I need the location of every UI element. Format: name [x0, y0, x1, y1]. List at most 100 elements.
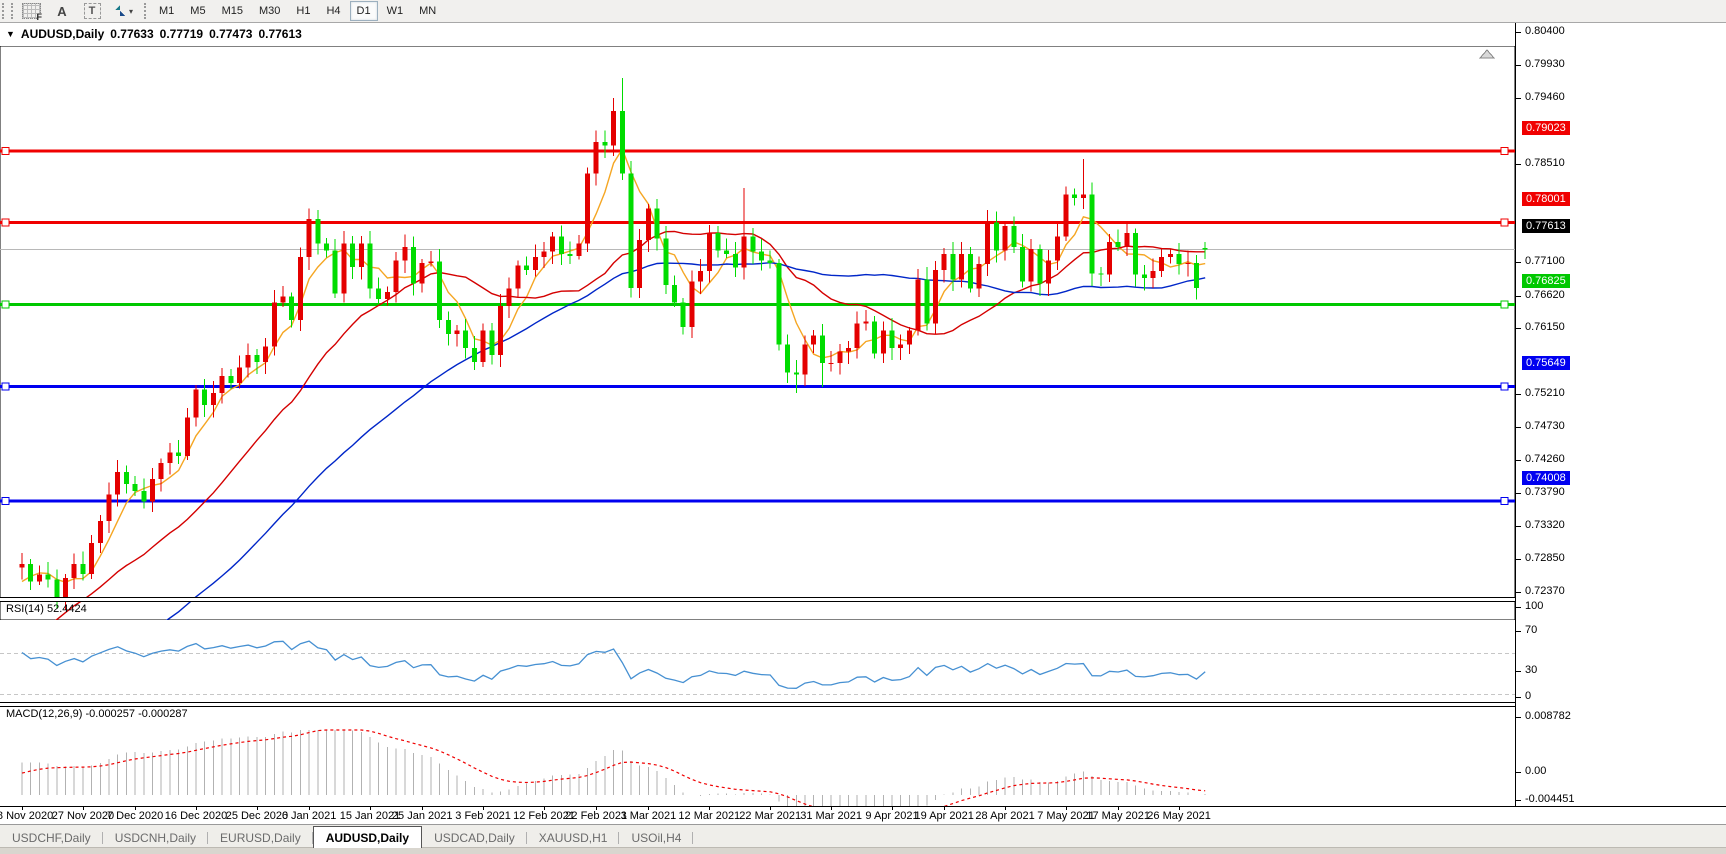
hline-support-line-0.76825[interactable] [0, 301, 1515, 308]
mt4-window: F A T ▾ M1M5M15M30H1H4D1W1MN ▼ AUDUSD,Da… [0, 0, 1726, 854]
status-bar [0, 847, 1726, 854]
rsi-tick-30: 30 [1525, 664, 1537, 676]
ma-mid-line [22, 232, 1205, 621]
ohlc-open: 0.77633 [110, 27, 153, 41]
price-tick-0.75210: 0.75210 [1525, 387, 1565, 399]
date-label: 7 Dec 2020 [107, 810, 163, 822]
axis-tick [1516, 717, 1521, 718]
price-tick-0.78510: 0.78510 [1525, 157, 1565, 169]
date-axis: 18 Nov 202027 Nov 20207 Dec 202016 Dec 2… [0, 806, 1726, 825]
axis-tick [1516, 164, 1521, 165]
macd-label: MACD(12,26,9) -0.000257 -0.000287 [6, 708, 188, 720]
date-label: 17 May 2021 [1086, 810, 1150, 822]
date-label: 22 Mar 2021 [739, 810, 801, 822]
macd-tick-0.008782: 0.008782 [1525, 710, 1571, 722]
toolbar-grip[interactable] [2, 3, 13, 19]
level-badge-0.76825: 0.76825 [1522, 274, 1570, 288]
objects-glyph [113, 5, 127, 17]
level-badge-0.75649: 0.75649 [1522, 356, 1570, 370]
price-tick-0.72370: 0.72370 [1525, 585, 1565, 597]
chart-tab-usdcnh[interactable]: USDCNH,Daily [103, 828, 208, 848]
date-label: 31 Mar 2021 [800, 810, 862, 822]
chart-canvas[interactable] [0, 46, 1515, 620]
ohlc-low: 0.77473 [209, 27, 252, 41]
chart-tab-eurusd[interactable]: EURUSD,Daily [208, 828, 313, 848]
chart-tab-audusd[interactable]: AUDUSD,Daily [313, 826, 422, 848]
chart-tab-usoil[interactable]: USOil,H4 [619, 828, 693, 848]
chart-area: ▼ AUDUSD,Daily 0.77633 0.77719 0.77473 0… [0, 23, 1726, 806]
rsi-canvas[interactable] [0, 623, 1515, 725]
hline-support-line-0.74008[interactable] [0, 497, 1515, 504]
date-label: 25 Dec 2020 [226, 810, 288, 822]
axis-tick [1516, 772, 1521, 773]
rsi-tick-70: 70 [1525, 624, 1537, 636]
chart-shift-marker-icon [1480, 50, 1494, 58]
timeframe-h1[interactable]: H1 [289, 1, 317, 21]
date-label: 22 Feb 2021 [565, 810, 627, 822]
rsi-tick-100: 100 [1525, 600, 1543, 612]
timeframe-w1[interactable]: W1 [380, 1, 411, 21]
axis-tick [1516, 460, 1521, 461]
chart-tab-usdcad[interactable]: USDCAD,Daily [422, 828, 527, 848]
timeframe-h4[interactable]: H4 [319, 1, 347, 21]
ma-fast-line [22, 149, 1205, 582]
axis-tick [1516, 607, 1521, 608]
price-tick-0.72850: 0.72850 [1525, 552, 1565, 564]
price-tick-0.77100: 0.77100 [1525, 255, 1565, 267]
timeframe-m5[interactable]: M5 [183, 1, 212, 21]
chart-tab-usdchf[interactable]: USDCHF,Daily [0, 828, 103, 848]
axis-tick [1516, 65, 1521, 66]
rsi-label: RSI(14) 52.4424 [6, 603, 87, 615]
current-price-badge: 0.77613 [1522, 219, 1570, 233]
rsi-line [22, 641, 1205, 688]
axis-tick [1516, 526, 1521, 527]
macd-tick--0.004451: -0.004451 [1525, 793, 1575, 805]
ma-slow-line [74, 263, 1205, 620]
date-label: 18 Nov 2020 [0, 810, 53, 822]
date-label: 16 Dec 2020 [165, 810, 227, 822]
date-label: 12 Mar 2021 [678, 810, 740, 822]
axis-tick [1516, 671, 1521, 672]
toolbar: F A T ▾ M1M5M15M30H1H4D1W1MN [0, 0, 1726, 23]
date-label: 27 Nov 2020 [52, 810, 114, 822]
timeframe-m1[interactable]: M1 [152, 1, 181, 21]
text-label-icon[interactable]: T [78, 1, 106, 21]
rsi-tick-0: 0 [1525, 690, 1531, 702]
indicators-grid-icon[interactable]: F [17, 1, 46, 21]
tab-separator [692, 832, 693, 844]
chart-tab-xauusd[interactable]: XAUUSD,H1 [527, 828, 620, 848]
price-tick-0.73790: 0.73790 [1525, 486, 1565, 498]
price-tick-0.74260: 0.74260 [1525, 453, 1565, 465]
date-label: 6 Jan 2021 [282, 810, 336, 822]
panel-separator-rsi[interactable] [0, 597, 1726, 602]
axis-tick [1516, 559, 1521, 560]
hline-resistance-line-0.79023[interactable] [0, 148, 1515, 155]
timeframe-d1[interactable]: D1 [350, 1, 378, 21]
timeframe-mn[interactable]: MN [412, 1, 443, 21]
date-label: 9 Apr 2021 [865, 810, 918, 822]
timeframe-m30[interactable]: M30 [252, 1, 287, 21]
symbol-dropdown-icon[interactable]: ▼ [6, 29, 15, 39]
chart-tabbar: USDCHF,DailyUSDCNH,DailyEURUSD,DailyAUDU… [0, 824, 1726, 848]
date-label: 19 Apr 2021 [915, 810, 974, 822]
objects-icon[interactable]: ▾ [108, 1, 138, 21]
toolbar-separator [144, 3, 146, 19]
candles-layer [20, 78, 1208, 610]
indicators-grid-glyph: F [22, 3, 41, 19]
axis-tick [1516, 394, 1521, 395]
price-axis: 0.804000.799300.794600.785100.771000.766… [1515, 23, 1726, 806]
font-a-icon[interactable]: A [48, 1, 76, 21]
axis-tick [1516, 328, 1521, 329]
hline-support-line-0.75649[interactable] [0, 383, 1515, 390]
price-tick-0.73320: 0.73320 [1525, 519, 1565, 531]
price-tick-0.76150: 0.76150 [1525, 321, 1565, 333]
axis-tick [1516, 631, 1521, 632]
date-label: 26 May 2021 [1147, 810, 1211, 822]
timeframe-m15[interactable]: M15 [215, 1, 250, 21]
date-label: 3 Mar 2021 [621, 810, 677, 822]
macd-tick-0.00: 0.00 [1525, 765, 1546, 777]
panel-separator-macd[interactable] [0, 702, 1726, 707]
axis-tick [1516, 32, 1521, 33]
axis-tick [1516, 427, 1521, 428]
hline-resistance-line-0.78001[interactable] [0, 219, 1515, 226]
